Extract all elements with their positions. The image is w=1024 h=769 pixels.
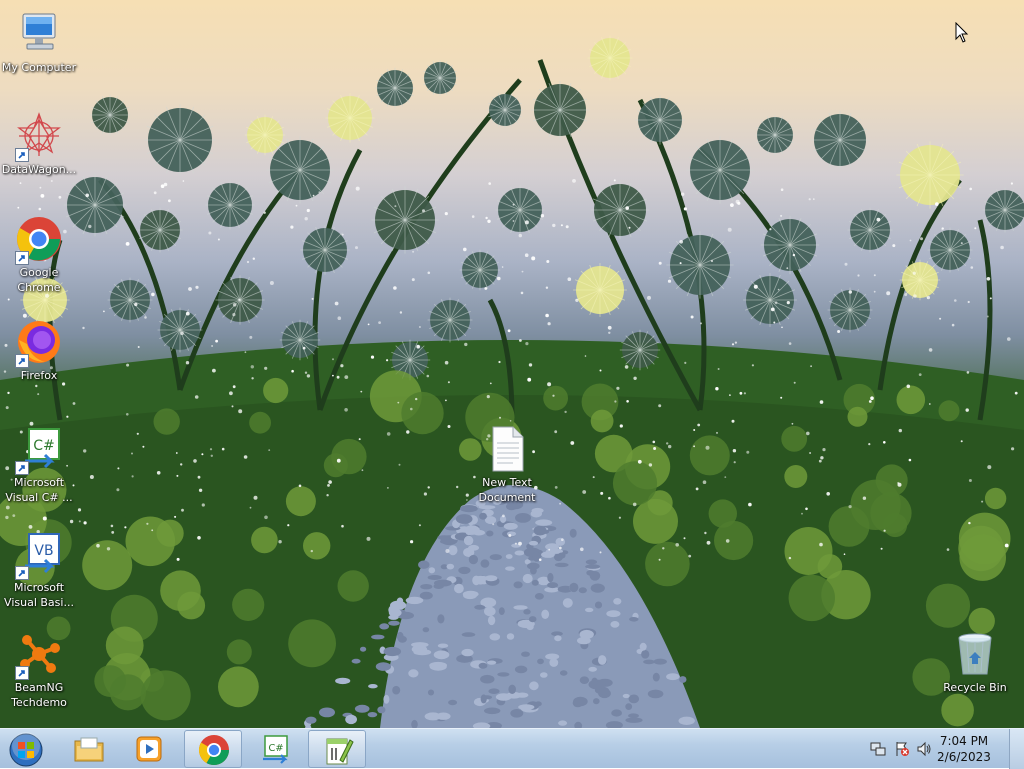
- datawagon-icon: [15, 112, 63, 162]
- desktop-icon-label: Google Chrome: [17, 266, 61, 294]
- desktop-icon-label: My Computer: [1, 61, 77, 74]
- my-computer-icon: [15, 10, 63, 58]
- text-document-icon: [483, 425, 531, 473]
- shortcut-arrow-icon: [15, 566, 29, 580]
- desktop-icon-visual-csharp[interactable]: C# Microsoft Visual C# ...: [0, 425, 78, 505]
- network-icon[interactable]: [870, 741, 886, 757]
- clock-time: 7:04 PM: [939, 734, 989, 748]
- desktop-icon-label: BeamNG Techdemo: [11, 681, 67, 709]
- wallpaper: [0, 35, 1024, 728]
- clock-date: 2/6/2023: [937, 750, 991, 764]
- shortcut-arrow-icon: [15, 666, 29, 680]
- desktop[interactable]: My Computer DataWagon... Google Chrome F…: [0, 0, 1024, 728]
- mouse-cursor-icon: [955, 22, 969, 43]
- show-desktop-button[interactable]: [1009, 729, 1024, 769]
- desktop-icon-label: Firefox: [20, 369, 58, 382]
- shortcut-arrow-icon: [15, 148, 29, 162]
- desktop-icon-visual-basic[interactable]: VB Microsoft Visual Basi...: [0, 530, 78, 610]
- desktop-icon-new-text-document[interactable]: New Text Document: [468, 425, 546, 505]
- shortcut-arrow-icon: [15, 461, 29, 475]
- desktop-icon-firefox[interactable]: Firefox: [0, 318, 78, 383]
- svg-text:C#: C#: [33, 438, 55, 454]
- media-player-icon: [136, 736, 162, 762]
- svg-text:VB: VB: [34, 543, 53, 559]
- volume-icon[interactable]: [916, 741, 932, 757]
- taskbar-media-player[interactable]: [120, 730, 178, 768]
- desktop-icon-my-computer[interactable]: My Computer: [0, 10, 78, 75]
- recycle-bin-icon: [951, 630, 999, 678]
- taskbar-windows-explorer[interactable]: [60, 730, 118, 768]
- start-button[interactable]: [0, 730, 54, 768]
- windows-logo-icon: [9, 732, 43, 767]
- visual-csharp-icon: C#: [15, 425, 63, 475]
- beamng-icon: [15, 630, 63, 680]
- visual-csharp-icon: C#: [263, 735, 288, 764]
- clock[interactable]: 7:04 PM 2/6/2023: [934, 733, 994, 765]
- action-center-icon[interactable]: [894, 741, 910, 757]
- desktop-icon-beamng[interactable]: BeamNG Techdemo: [0, 630, 78, 710]
- desktop-icon-label: Recycle Bin: [943, 681, 1007, 694]
- desktop-icon-label: New Text Document: [478, 476, 536, 504]
- taskbar-visual-csharp[interactable]: C#: [246, 730, 304, 768]
- google-chrome-icon: [15, 215, 63, 265]
- shortcut-arrow-icon: [15, 251, 29, 265]
- chrome-icon: [198, 735, 229, 766]
- notepad-plus-plus-icon: [326, 738, 354, 765]
- desktop-icon-label: Microsoft Visual Basi...: [4, 581, 74, 609]
- desktop-icon-label: DataWagon...: [1, 163, 77, 176]
- notification-area: 7:04 PM 2/6/2023: [864, 729, 1024, 769]
- svg-text:C#: C#: [268, 743, 283, 754]
- shortcut-arrow-icon: [15, 354, 29, 368]
- desktop-icon-google-chrome[interactable]: Google Chrome: [0, 215, 78, 295]
- visual-basic-icon: VB: [15, 530, 63, 580]
- desktop-icon-datawagon[interactable]: DataWagon...: [0, 112, 78, 177]
- taskbar-chrome[interactable]: [184, 730, 242, 768]
- desktop-icon-label: Microsoft Visual C# ...: [5, 476, 73, 504]
- taskbar-notepad-plus-plus[interactable]: [308, 730, 366, 768]
- firefox-icon: [15, 318, 63, 368]
- windows-explorer-icon: [74, 737, 104, 762]
- desktop-icon-recycle-bin[interactable]: Recycle Bin: [936, 630, 1014, 695]
- taskbar: C# 7:04 PM 2/6/2023: [0, 728, 1024, 769]
